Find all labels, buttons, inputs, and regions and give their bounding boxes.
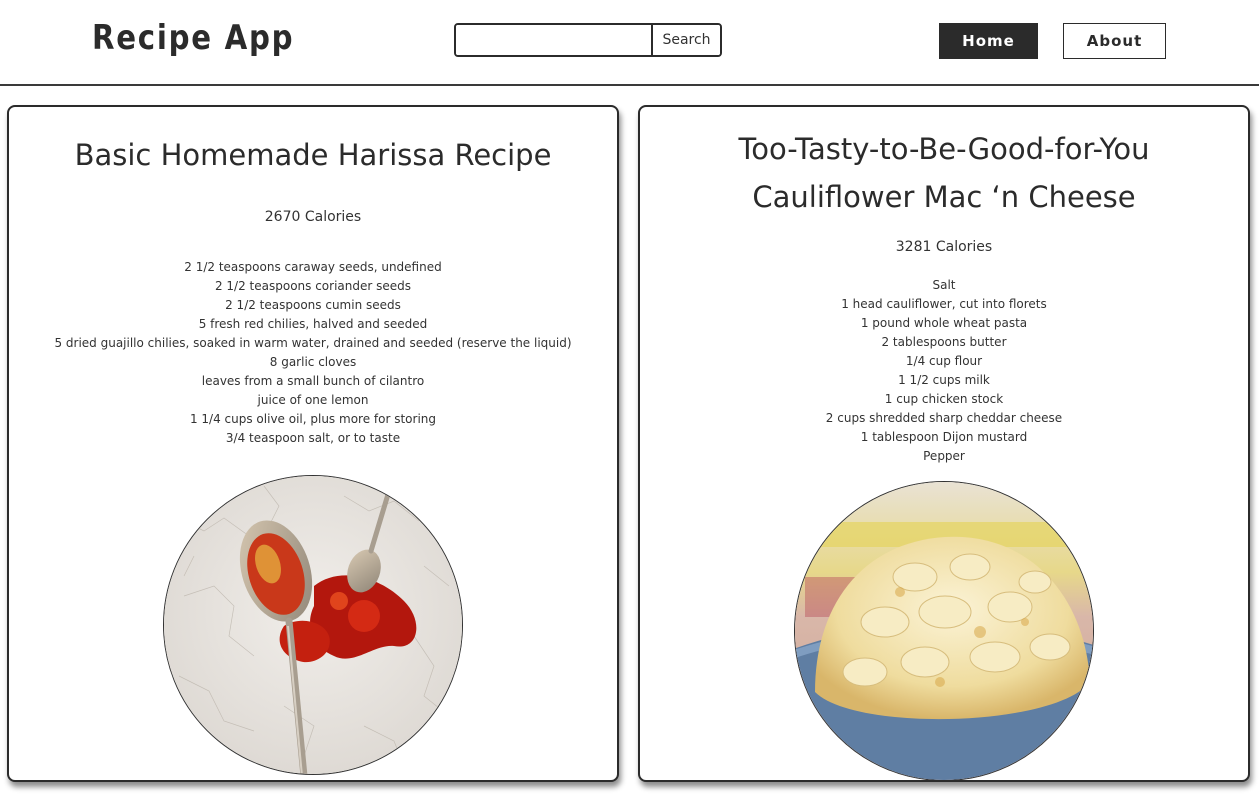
harissa-spoons-photo bbox=[163, 475, 463, 775]
mac-and-cheese-bowl-photo bbox=[794, 481, 1094, 780]
ingredient-item: 1 1/2 cups milk bbox=[898, 373, 990, 387]
ingredient-item: 1 1/4 cups olive oil, plus more for stor… bbox=[189, 412, 437, 426]
recipe-title: Too-Tasty-to-Be-Good-for-You Cauliflower… bbox=[738, 132, 1150, 214]
ingredient-item: 5 fresh red chilies, halved and seeded bbox=[198, 317, 428, 331]
ingredient-item: 1 pound whole wheat pasta bbox=[860, 316, 1028, 330]
recipe-card[interactable]: Too-Tasty-to-Be-Good-for-You Cauliflower… bbox=[638, 105, 1250, 782]
search-input[interactable] bbox=[456, 25, 651, 55]
ingredient-item: leaves from a small bunch of cilantro bbox=[201, 374, 425, 388]
nav-about-button[interactable]: About bbox=[1063, 23, 1166, 59]
app-header: Recipe App Search Home About bbox=[0, 0, 1259, 86]
ingredient-item: 2 tablespoons butter bbox=[881, 335, 1007, 349]
app-logo[interactable]: Recipe App bbox=[92, 18, 294, 58]
search-form: Search bbox=[454, 23, 722, 57]
recipe-calories: 3281 Calories bbox=[895, 239, 993, 255]
ingredient-item: 1 tablespoon Dijon mustard bbox=[860, 430, 1028, 444]
ingredient-item: 2 1/2 teaspoons coriander seeds bbox=[214, 279, 412, 293]
ingredient-item: juice of one lemon bbox=[257, 393, 369, 407]
ingredient-item: 1 head cauliflower, cut into florets bbox=[841, 297, 1047, 311]
nav-home-button[interactable]: Home bbox=[939, 23, 1038, 59]
ingredient-list: 2 1/2 teaspoons caraway seeds, undefined… bbox=[9, 258, 617, 448]
ingredient-item: 1 cup chicken stock bbox=[884, 392, 1004, 406]
recipe-calories: 2670 Calories bbox=[264, 209, 362, 225]
recipe-title: Basic Homemade Harissa Recipe bbox=[74, 138, 552, 172]
ingredient-item: 1/4 cup flour bbox=[905, 354, 983, 368]
ingredient-item: 2 1/2 teaspoons caraway seeds, undefined bbox=[184, 260, 442, 274]
search-button[interactable]: Search bbox=[651, 25, 720, 55]
ingredient-item: 5 dried guajillo chilies, soaked in warm… bbox=[54, 336, 572, 350]
ingredient-item: Pepper bbox=[923, 449, 965, 463]
ingredient-item: 2 1/2 teaspoons cumin seeds bbox=[225, 298, 401, 312]
ingredient-item: Salt bbox=[932, 278, 956, 292]
ingredient-item: 2 cups shredded sharp cheddar cheese bbox=[825, 411, 1063, 425]
recipe-card[interactable]: Basic Homemade Harissa Recipe 2670 Calor… bbox=[7, 105, 619, 782]
ingredient-item: 3/4 teaspoon salt, or to taste bbox=[225, 431, 401, 445]
ingredient-list: Salt 1 head cauliflower, cut into floret… bbox=[640, 276, 1248, 466]
ingredient-item: 8 garlic cloves bbox=[269, 355, 357, 369]
